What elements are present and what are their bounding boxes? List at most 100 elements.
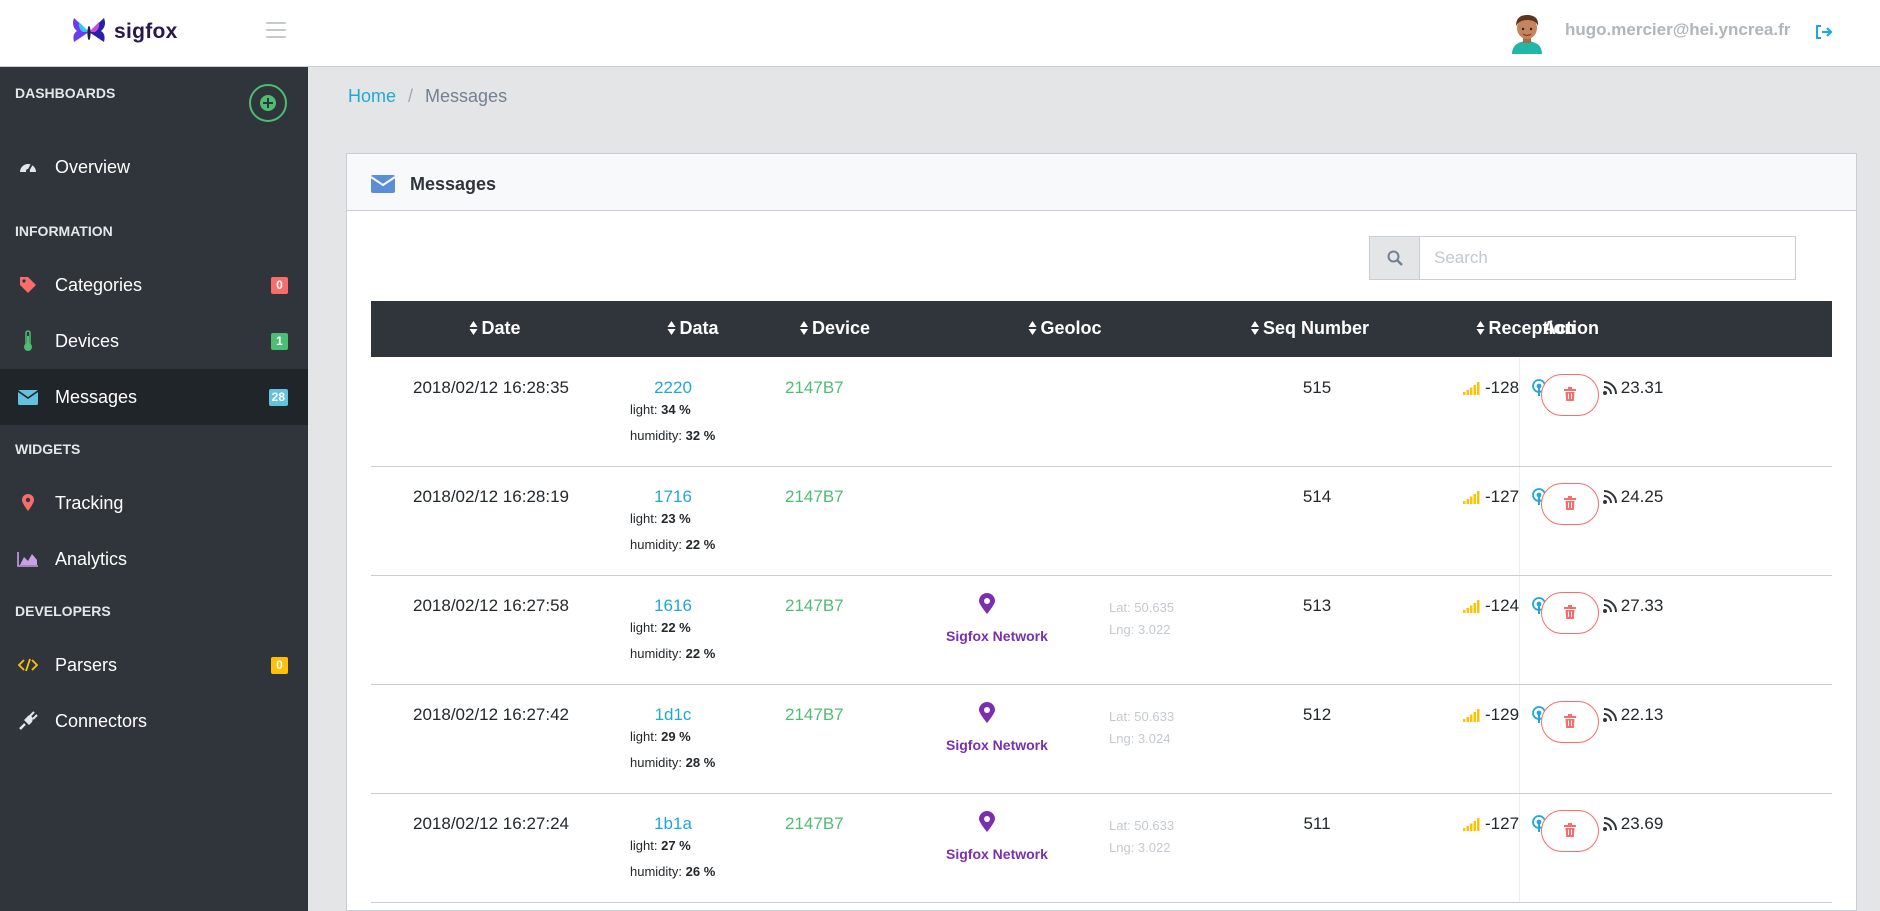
trash-icon	[1564, 386, 1576, 404]
delete-message-button[interactable]	[1541, 592, 1599, 634]
table-row: 2018/02/12 16:27:24 1b1a light: 27 % humidi…	[371, 794, 1832, 903]
geoloc-lat: Lat: 50.635	[1109, 600, 1175, 615]
sidebar-section-information: INFORMATION	[15, 223, 113, 239]
sidebar-item-connectors[interactable]: Connectors	[0, 693, 308, 749]
message-data-link[interactable]: 1d1c	[655, 705, 692, 725]
message-data-link[interactable]: 1616	[654, 596, 692, 616]
search-icon	[1370, 237, 1420, 279]
area-chart-icon	[17, 548, 39, 570]
device-id-link[interactable]: 2147B7	[785, 487, 844, 507]
table-row: 2018/02/12 16:28:35 2220 light: 34 % humidi…	[371, 358, 1832, 467]
signal-strength-icon	[1463, 817, 1481, 831]
dashboard-icon	[17, 156, 39, 178]
sidebar-item-tracking[interactable]: Tracking	[0, 475, 308, 531]
sidebar-item-messages[interactable]: Messages 28	[0, 369, 308, 425]
geoloc-lng: Lng: 3.024	[1109, 731, 1171, 746]
user-email: hugo.mercier@hei.yncrea.fr	[1565, 20, 1791, 39]
breadcrumb-separator: /	[408, 86, 414, 106]
rss-icon	[1602, 817, 1617, 831]
envelope-icon	[371, 175, 395, 193]
device-id-link[interactable]: 2147B7	[785, 705, 844, 725]
message-data-link[interactable]: 1b1a	[654, 814, 692, 834]
delete-message-button[interactable]	[1541, 374, 1599, 416]
message-data-link[interactable]: 1716	[654, 487, 692, 507]
device-id-link[interactable]: 2147B7	[785, 378, 844, 398]
categories-count-badge: 0	[271, 276, 288, 294]
plug-icon	[17, 710, 39, 732]
trash-icon	[1564, 822, 1576, 840]
map-marker-icon[interactable]	[979, 811, 995, 838]
message-date: 2018/02/12 16:27:58	[413, 596, 569, 615]
sidebar-item-label: Overview	[55, 156, 131, 177]
message-date: 2018/02/12 16:28:19	[413, 487, 569, 506]
message-data-link[interactable]: 2220	[654, 378, 692, 398]
sidebar-section-dashboards: DASHBOARDS	[15, 85, 116, 101]
rss-icon	[1602, 490, 1617, 504]
rssi-value: -129	[1485, 705, 1520, 724]
seq-number: 514	[1302, 487, 1332, 506]
device-id-link[interactable]: 2147B7	[785, 596, 844, 616]
sigfox-logo[interactable]: sigfox	[70, 16, 178, 48]
breadcrumb-home-link[interactable]: Home	[348, 86, 396, 106]
geoloc-lat: Lat: 50.633	[1109, 818, 1175, 833]
sidebar-item-overview[interactable]: Overview	[0, 139, 308, 195]
map-marker-icon	[17, 492, 39, 514]
sidebar-item-label: Categories	[55, 274, 143, 295]
sidebar-toggle-icon[interactable]	[266, 22, 286, 40]
parsers-count-badge: 0	[271, 656, 288, 674]
sidebar-item-label: Connectors	[55, 710, 148, 731]
top-header: sigfox hugo.mercier@hei.yncrea.fr	[0, 0, 1880, 67]
table-row: 2018/02/12 16:27:58 1616 light: 22 % humidi…	[371, 576, 1832, 685]
column-header-date[interactable]: Date	[469, 318, 521, 339]
search-input[interactable]	[1420, 237, 1795, 279]
sidebar-item-label: Analytics	[55, 548, 128, 569]
light-value: light: 29 %	[630, 729, 691, 744]
delete-message-button[interactable]	[1541, 810, 1599, 852]
snr-value: 27.33	[1620, 596, 1664, 615]
breadcrumb-current: Messages	[425, 86, 508, 106]
seq-number: 511	[1303, 814, 1331, 833]
sidebar-item-label: Devices	[55, 330, 120, 351]
light-value: light: 22 %	[630, 620, 691, 635]
map-marker-icon[interactable]	[979, 593, 995, 620]
sort-icon	[1028, 321, 1037, 335]
geoloc-source: Sigfox Network	[946, 737, 1048, 753]
sort-icon	[667, 321, 676, 335]
sidebar-item-parsers[interactable]: Parsers 0	[0, 637, 308, 693]
sort-icon	[799, 321, 809, 335]
column-header-device[interactable]: Device	[799, 318, 870, 339]
column-divider	[1519, 576, 1520, 684]
sidebar-item-categories[interactable]: Categories 0	[0, 257, 308, 313]
rssi-value: -124	[1485, 596, 1520, 615]
logout-icon[interactable]	[1815, 24, 1833, 40]
sidebar-item-label: Tracking	[55, 492, 124, 513]
column-header-action: Action	[1543, 318, 1599, 338]
sort-icon	[469, 321, 478, 335]
card-header: Messages	[347, 154, 1856, 211]
column-header-geoloc[interactable]: Geoloc	[1028, 318, 1102, 339]
humidity-value: humidity: 28 %	[630, 755, 716, 770]
sidebar-item-analytics[interactable]: Analytics	[0, 531, 308, 587]
signal-strength-icon	[1463, 490, 1481, 504]
rssi-value: -127	[1485, 814, 1520, 833]
column-divider	[1519, 467, 1520, 575]
column-header-data[interactable]: Data	[667, 318, 719, 339]
snr-value: 22.13	[1620, 705, 1664, 724]
sidebar-item-devices[interactable]: Devices 1	[0, 313, 308, 369]
user-avatar[interactable]	[1506, 10, 1548, 54]
column-header-seq-number[interactable]: Seq Number	[1250, 318, 1369, 339]
delete-message-button[interactable]	[1541, 483, 1599, 525]
geoloc-source: Sigfox Network	[946, 846, 1048, 862]
device-id-link[interactable]: 2147B7	[785, 814, 844, 834]
envelope-icon	[17, 386, 39, 408]
signal-strength-icon	[1463, 381, 1481, 395]
card-title: Messages	[410, 174, 497, 194]
devices-count-badge: 1	[271, 332, 288, 350]
message-date: 2018/02/12 16:28:35	[413, 378, 569, 397]
sidebar-item-label: Parsers	[55, 654, 118, 675]
rssi-value: -127	[1485, 487, 1520, 506]
add-dashboard-button[interactable]	[249, 84, 287, 122]
map-marker-icon[interactable]	[979, 702, 995, 729]
table-row: 2018/02/12 16:28:19 1716 light: 23 % humidi…	[371, 467, 1832, 576]
delete-message-button[interactable]	[1541, 701, 1599, 743]
